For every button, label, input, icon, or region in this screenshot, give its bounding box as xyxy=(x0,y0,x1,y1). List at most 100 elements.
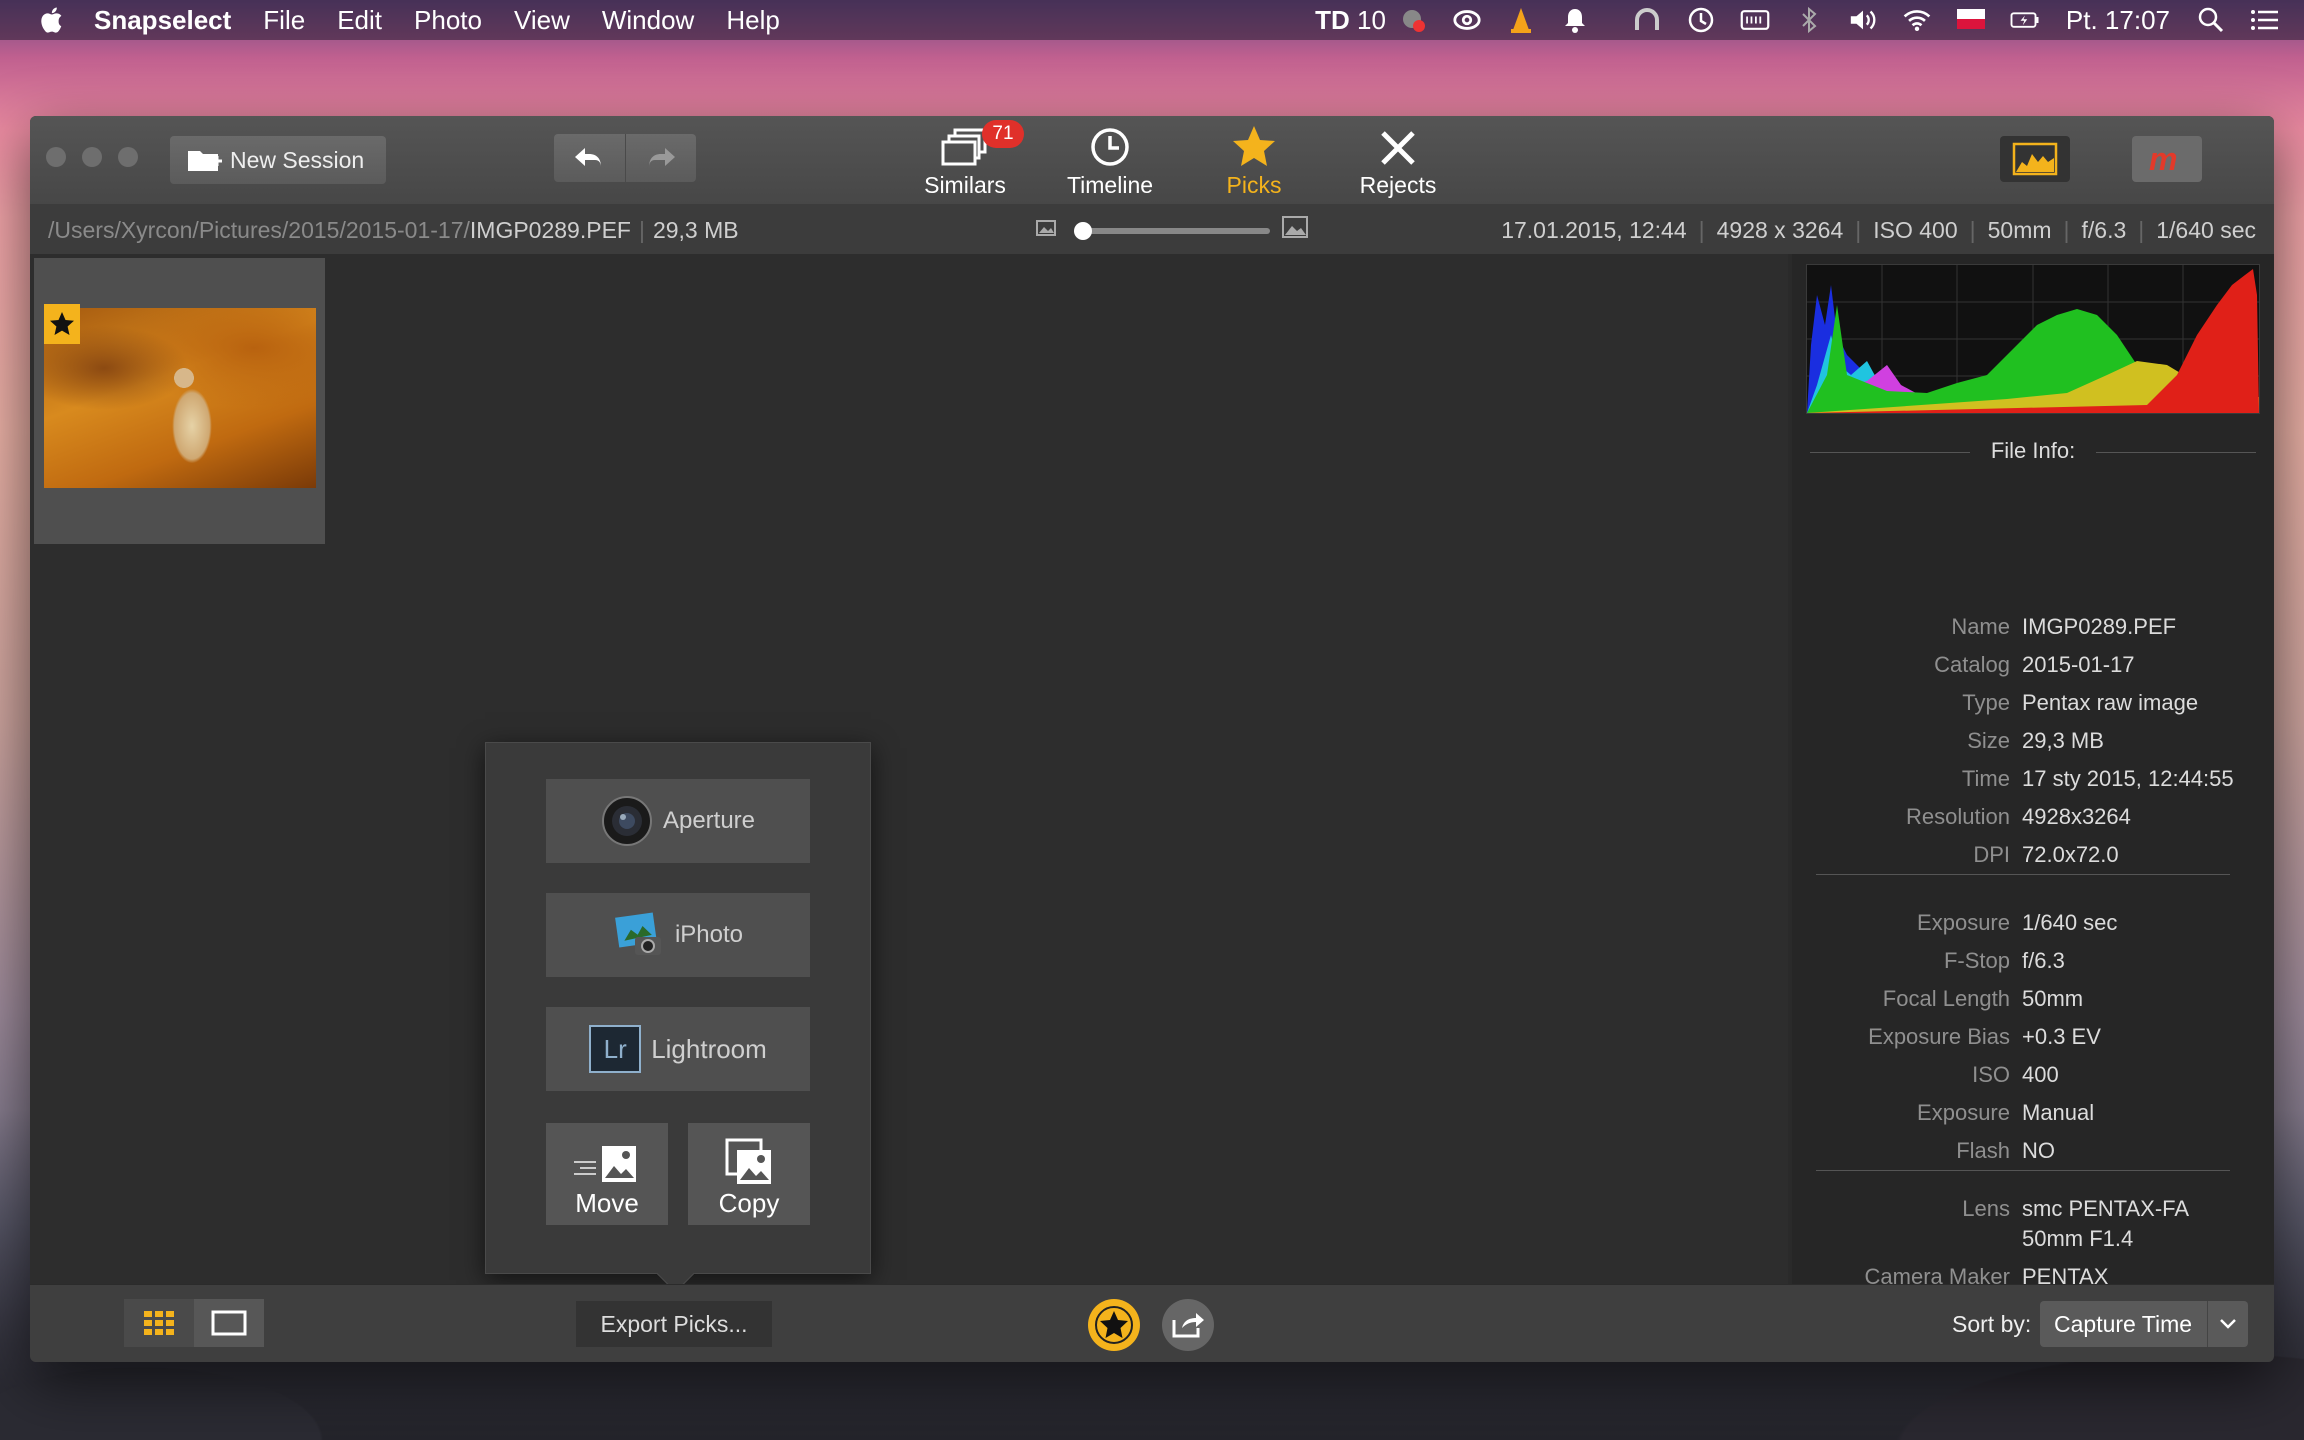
bluetooth-icon[interactable] xyxy=(1794,5,1824,35)
menu-photo[interactable]: Photo xyxy=(414,5,482,36)
tab-similars-label: Similars xyxy=(924,172,1006,198)
apple-icon[interactable] xyxy=(38,5,68,35)
battery-icon[interactable] xyxy=(2010,5,2040,35)
move-button[interactable]: Move xyxy=(546,1123,668,1225)
meta-focal: 50mm xyxy=(1987,217,2052,243)
sort-by-select[interactable]: Capture Time xyxy=(2040,1301,2248,1347)
menu-help[interactable]: Help xyxy=(726,5,779,36)
volume-icon[interactable] xyxy=(1848,5,1878,35)
file-info-divider xyxy=(1816,874,2230,875)
file-info-value: 4928x3264 xyxy=(2022,804,2131,829)
meta-resolution: 4928 x 3264 xyxy=(1716,217,1844,243)
grid-icon xyxy=(144,1311,174,1335)
new-session-label: New Session xyxy=(230,146,365,173)
creative-cloud-icon[interactable] xyxy=(1452,5,1482,35)
grid-view-button[interactable] xyxy=(124,1299,194,1347)
file-path: /Users/Xyrcon/Pictures/2015/2015-01-17/I… xyxy=(48,217,739,243)
time-machine-icon[interactable] xyxy=(1686,5,1716,35)
headphones-icon[interactable] xyxy=(1632,5,1662,35)
spotlight-search-icon[interactable] xyxy=(2196,5,2226,35)
large-image-icon xyxy=(1282,216,1308,238)
iphoto-icon xyxy=(613,909,665,961)
notification-center-icon[interactable] xyxy=(2250,5,2280,35)
vlc-cone-icon[interactable] xyxy=(1506,5,1536,35)
thumbnail-size-slider[interactable] xyxy=(1036,214,1308,244)
file-info-value: 2015-01-17 xyxy=(2022,652,2135,677)
single-view-button[interactable] xyxy=(194,1299,264,1347)
sort-by-label: Sort by: xyxy=(1952,1311,2032,1337)
file-name: IMGP0289.PEF xyxy=(469,217,631,243)
pick-star-button[interactable] xyxy=(1088,1299,1140,1351)
export-aperture-button[interactable]: Aperture xyxy=(546,779,810,863)
wifi-icon[interactable] xyxy=(1902,5,1932,35)
file-info-divider xyxy=(1816,1170,2230,1171)
menu-window[interactable]: Window xyxy=(602,5,694,36)
histogram-toggle-button[interactable] xyxy=(2000,136,2070,182)
redo-arrow-icon xyxy=(648,148,675,167)
tab-similars[interactable]: Similars 71 xyxy=(892,120,1038,202)
file-info-value: 50mm xyxy=(2022,986,2084,1011)
minimize-window-button[interactable] xyxy=(82,147,102,167)
file-info-value: smc PENTAX-FA xyxy=(2022,1196,2190,1221)
notification-bell-icon[interactable] xyxy=(1560,5,1590,35)
tab-picks-label: Picks xyxy=(1226,172,1282,198)
lightroom-icon: Lr xyxy=(589,1025,642,1073)
zoom-window-button[interactable] xyxy=(118,147,138,167)
menu-file[interactable]: File xyxy=(263,5,305,36)
undo-arrow-icon xyxy=(575,148,602,167)
menu-app-name[interactable]: Snapselect xyxy=(94,5,231,36)
info-bar: /Users/Xyrcon/Pictures/2015/2015-01-17/I… xyxy=(30,204,2274,255)
meta-date: 17.01.2015, 12:44 xyxy=(1501,217,1687,243)
tab-rejects-label: Rejects xyxy=(1359,172,1437,198)
export-lightroom-button[interactable]: Lr Lightroom xyxy=(546,1007,810,1091)
td-status[interactable]: TD 10 xyxy=(1315,5,1386,36)
iphoto-label: iPhoto xyxy=(674,921,744,948)
export-picks-button[interactable]: Export Picks... xyxy=(576,1301,772,1347)
slider-track[interactable] xyxy=(1074,228,1270,234)
menu-edit[interactable]: Edit xyxy=(337,5,382,36)
file-info-value: 1/640 sec xyxy=(2022,910,2118,935)
new-session-button[interactable]: New Session xyxy=(170,136,386,184)
undo-button[interactable] xyxy=(554,134,625,182)
lightroom-label: Lightroom xyxy=(651,1033,767,1064)
redo-button[interactable] xyxy=(624,134,697,182)
file-info-value: f/6.3 xyxy=(2022,948,2065,973)
export-iphoto-button[interactable]: iPhoto xyxy=(546,893,810,977)
cloud-app-icon[interactable] xyxy=(1398,5,1428,35)
menu-bar: Snapselect File Edit Photo View Window H… xyxy=(0,0,2304,40)
photo-thumbnail[interactable] xyxy=(34,258,325,544)
thumbnail-image[interactable] xyxy=(44,308,316,488)
menu-view[interactable]: View xyxy=(514,5,570,36)
file-info-key: F-Stop xyxy=(1943,948,2010,973)
copy-label: Copy xyxy=(718,1188,780,1218)
file-info-key: Resolution xyxy=(1906,804,2010,829)
tab-rejects[interactable]: Rejects xyxy=(1326,122,1470,202)
histogram xyxy=(1806,264,2260,414)
tab-timeline[interactable]: Timeline xyxy=(1030,122,1190,202)
file-info-key: Size xyxy=(1967,728,2010,753)
slider-knob[interactable] xyxy=(1074,222,1092,240)
file-info-key: Exposure xyxy=(1917,910,2010,935)
keyboard-icon[interactable] xyxy=(1740,5,1770,35)
pick-star-icon xyxy=(44,304,80,344)
meta-shutter: 1/640 sec xyxy=(2156,217,2256,243)
close-window-button[interactable] xyxy=(46,147,66,167)
app-logo-button[interactable]: m xyxy=(2132,136,2202,182)
file-info-key: Time xyxy=(1961,766,2010,791)
file-info-value: IMGP0289.PEF xyxy=(2022,614,2177,639)
flag-poland-icon[interactable] xyxy=(1956,5,1986,35)
file-info-heading: File Info: xyxy=(1810,438,2256,464)
file-info-value: +0.3 EV xyxy=(2022,1024,2101,1049)
tab-picks[interactable]: Picks xyxy=(1194,122,1314,202)
clock[interactable]: Pt. 17:07 xyxy=(2066,5,2170,36)
move-label: Move xyxy=(575,1188,639,1218)
chevron-down-icon[interactable] xyxy=(2207,1301,2248,1347)
file-info-key: Lens xyxy=(1962,1196,2010,1221)
file-info-value: 17 sty 2015, 12:44:55 xyxy=(2022,766,2234,791)
file-info-value-line2: 50mm F1.4 xyxy=(2022,1226,2134,1251)
share-button[interactable] xyxy=(1162,1299,1214,1351)
new-folder-icon xyxy=(188,151,222,171)
clock-icon xyxy=(1091,128,1129,166)
copy-button[interactable]: Copy xyxy=(688,1123,810,1225)
export-picks-popover: Aperture iPhoto Lr Lightroom Move Copy xyxy=(485,742,871,1293)
